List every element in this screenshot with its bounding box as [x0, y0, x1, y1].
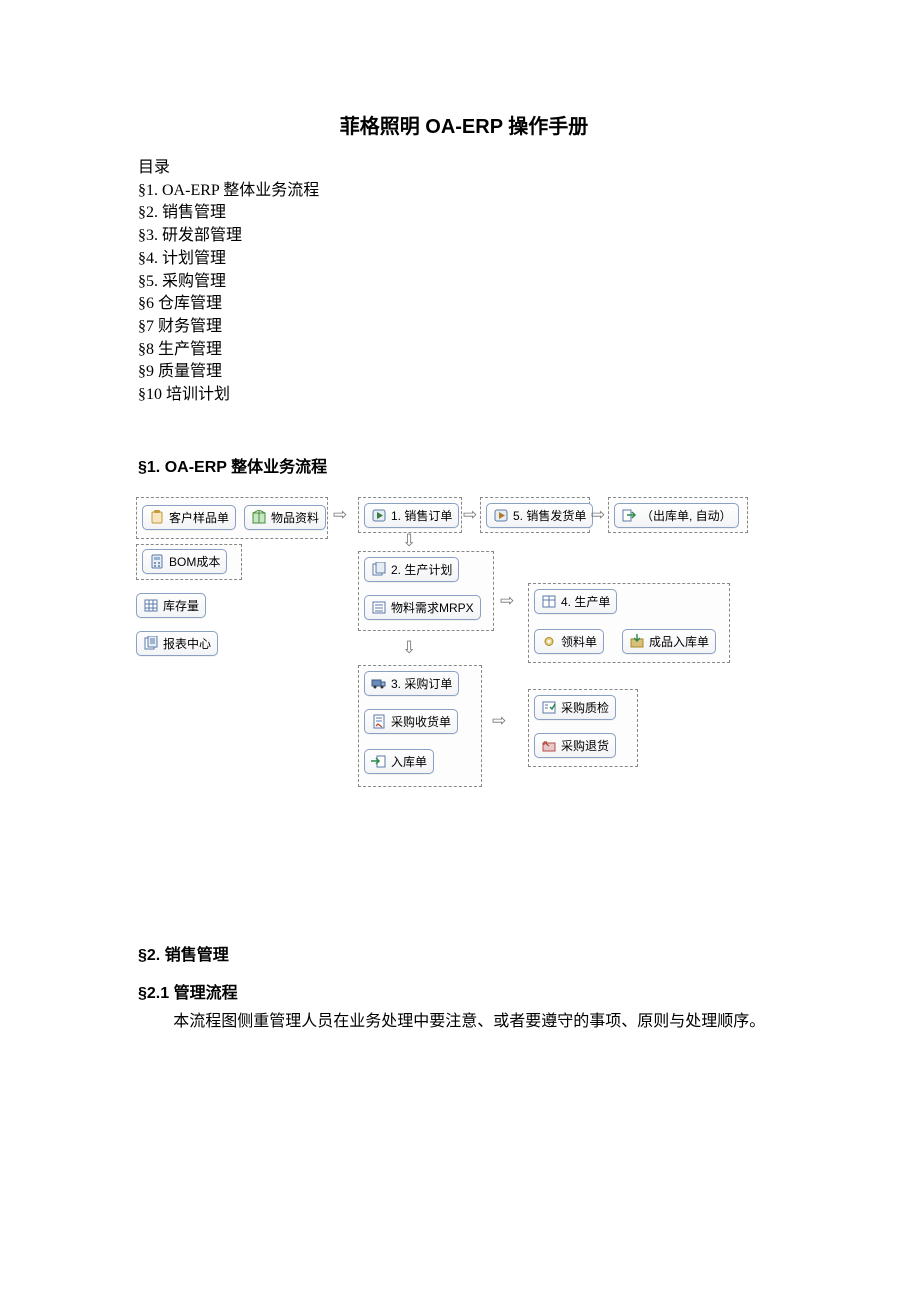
arrow-right-icon: ⇨	[463, 505, 477, 525]
gear-icon	[541, 634, 557, 649]
node-label: 报表中心	[163, 635, 211, 652]
node-material-req: 领料单	[534, 629, 604, 654]
node-delivery-note: 5. 销售发货单	[486, 503, 593, 528]
node-outbound-auto: （出库单, 自动）	[614, 503, 739, 528]
toc-item: §5. 采购管理	[138, 271, 790, 294]
node-label: 采购质检	[561, 699, 609, 716]
checklist-icon	[541, 700, 557, 715]
toc-item: §1. OA-ERP 整体业务流程	[138, 180, 790, 203]
toc-item: §6 仓库管理	[138, 293, 790, 316]
node-po-receipt: 采购收货单	[364, 709, 458, 734]
arrow-right-icon: ⇨	[333, 505, 347, 525]
node-stock-qty: 库存量	[136, 593, 206, 618]
clipboard-icon	[149, 510, 165, 525]
node-po-qc: 采购质检	[534, 695, 616, 720]
arrow-right-icon: ⇨	[500, 591, 514, 611]
node-label: 2. 生产计划	[391, 561, 452, 578]
play-icon	[371, 508, 387, 523]
section-1-heading: §1. OA-ERP 整体业务流程	[138, 453, 790, 477]
import-icon	[371, 754, 387, 769]
node-po: 3. 采购订单	[364, 671, 459, 696]
toc-item: §9 质量管理	[138, 361, 790, 384]
return-icon	[541, 738, 557, 753]
receipt-icon	[371, 714, 387, 729]
node-report-center: 报表中心	[136, 631, 218, 656]
node-label: 3. 采购订单	[391, 675, 452, 692]
page-title: 菲格照明 OA-ERP 操作手册	[138, 110, 790, 139]
node-bom-cost: BOM成本	[142, 549, 227, 574]
calculator-icon	[149, 554, 165, 569]
delivery-icon	[493, 508, 509, 523]
node-label: 采购收货单	[391, 713, 451, 730]
box-icon	[251, 510, 267, 525]
node-customer-sample: 客户样品单	[142, 505, 236, 530]
grid-icon	[143, 598, 159, 613]
node-prod-order: 4. 生产单	[534, 589, 617, 614]
node-label: 采购退货	[561, 737, 609, 754]
node-label: 成品入库单	[649, 633, 709, 650]
truck-icon	[371, 676, 387, 691]
node-label: 5. 销售发货单	[513, 507, 586, 524]
node-label: 客户样品单	[169, 509, 229, 526]
arrow-right-icon: ⇨	[591, 505, 605, 525]
flow-diagram: 客户样品单 物品资料 BOM成本 库存量 报表中心 1. 销售订单 5. 销售发…	[132, 491, 812, 861]
node-po-return: 采购退货	[534, 733, 616, 758]
arrow-right-icon: ⇨	[492, 711, 506, 731]
section-2-1-heading: §2.1 管理流程	[138, 979, 790, 1003]
node-item-master: 物品资料	[244, 505, 326, 530]
toc-block: 目录 §1. OA-ERP 整体业务流程 §2. 销售管理 §3. 研发部管理 …	[138, 157, 790, 407]
doc-stack-icon	[371, 562, 387, 577]
section-2-heading: §2. 销售管理	[138, 941, 790, 965]
toc-item: §7 财务管理	[138, 316, 790, 339]
report-icon	[143, 636, 159, 651]
node-mrp: 物料需求MRPX	[364, 595, 481, 620]
toc-item: §8 生产管理	[138, 339, 790, 362]
toc-item: §10 培训计划	[138, 384, 790, 407]
node-label: 领料单	[561, 633, 597, 650]
list-icon	[371, 600, 387, 615]
grid-icon	[541, 594, 557, 609]
node-inbound: 入库单	[364, 749, 434, 774]
export-icon	[621, 508, 637, 523]
node-label: 库存量	[163, 597, 199, 614]
node-label: 物品资料	[271, 509, 319, 526]
node-label: 1. 销售订单	[391, 507, 452, 524]
node-label: （出库单, 自动）	[641, 507, 732, 524]
toc-item: §2. 销售管理	[138, 202, 790, 225]
node-label: 入库单	[391, 753, 427, 770]
node-fg-inbound: 成品入库单	[622, 629, 716, 654]
node-prod-plan: 2. 生产计划	[364, 557, 459, 582]
section-2-1-body: 本流程图侧重管理人员在业务处理中要注意、或者要遵守的事项、原则与处理顺序。	[173, 1007, 790, 1031]
node-label: 物料需求MRPX	[391, 599, 474, 616]
arrow-down-icon: ⇩	[402, 531, 416, 551]
toc-heading: 目录	[138, 157, 790, 180]
node-label: BOM成本	[169, 553, 220, 570]
node-sales-order: 1. 销售订单	[364, 503, 459, 528]
node-label: 4. 生产单	[561, 593, 610, 610]
arrow-down-icon: ⇩	[402, 638, 416, 658]
toc-item: §4. 计划管理	[138, 248, 790, 271]
toc-item: §3. 研发部管理	[138, 225, 790, 248]
package-in-icon	[629, 634, 645, 649]
